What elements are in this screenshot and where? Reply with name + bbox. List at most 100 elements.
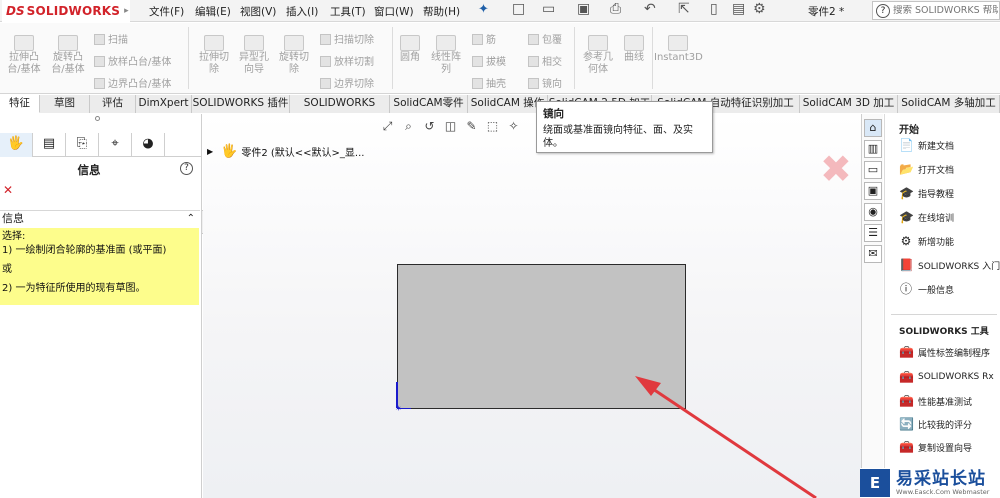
help-question-icon[interactable]: ? xyxy=(180,162,193,175)
home-icon[interactable]: ⌂ xyxy=(864,119,882,137)
forum-icon[interactable]: ✉ xyxy=(864,245,882,263)
loft-boss-tool[interactable]: 放样凸台/基体 xyxy=(94,53,171,68)
new-document-icon[interactable]: □ xyxy=(512,1,525,17)
link-property-tab-builder[interactable]: 🧰 属性标签编制程序 xyxy=(899,345,990,359)
tab-dimxpert[interactable]: DimXpert xyxy=(136,95,192,113)
link-tutorials[interactable]: 🎓 指导教程 xyxy=(899,186,954,200)
shell-label: 抽壳 xyxy=(486,79,506,90)
tab-solidcam-multiaxis[interactable]: SolidCAM 多轴加工 xyxy=(898,95,1000,113)
view-orientation-icon[interactable]: ⬚ xyxy=(484,118,501,135)
swept-cut-tool[interactable]: 扫描切除 xyxy=(320,31,374,46)
configuration-manager-tab-icon[interactable]: ⎘ xyxy=(66,133,99,157)
whats-new-icon: ⚙ xyxy=(900,234,912,248)
extruded-boss-tool[interactable]: 拉伸凸 台/基体 xyxy=(2,35,46,76)
zoom-to-area-icon[interactable]: ⌕ xyxy=(400,118,417,135)
tab-features[interactable]: 特征 xyxy=(0,95,40,113)
link-copy-settings-wizard[interactable]: 🧰 复制设置向导 xyxy=(899,440,972,454)
zoom-to-fit-icon[interactable]: ⤢ xyxy=(379,118,396,135)
file-explorer-icon[interactable]: ▭ xyxy=(864,161,882,179)
linear-pattern-tool[interactable]: 线性阵 列 xyxy=(424,35,468,76)
save-icon[interactable]: ▣ xyxy=(577,1,590,17)
expand-triangle-icon[interactable]: ▶ xyxy=(207,147,213,156)
menu-insert[interactable]: 插入(I) xyxy=(286,4,318,19)
cancel-close-icon[interactable]: ✕ xyxy=(3,183,13,197)
display-style-icon[interactable]: ✧ xyxy=(505,118,522,135)
link-open-document[interactable]: 📂 打开文档 xyxy=(899,162,954,176)
link-introducing-solidworks[interactable]: 📕 SOLIDWORKS 入门 xyxy=(899,258,1000,272)
curves-tool[interactable]: 曲线 xyxy=(612,35,656,64)
solidworks-logo[interactable]: DS SOLIDWORKS ▸ xyxy=(2,0,130,22)
chevron-up-icon[interactable]: ⌃ xyxy=(187,211,195,227)
boundary-boss-tool[interactable]: 边界凸台/基体 xyxy=(94,75,171,90)
link-new-document[interactable]: 📄 新建文档 xyxy=(899,138,954,152)
extruded-cut-tool[interactable]: 拉伸切 除 xyxy=(192,35,236,76)
tab-solidcam-part[interactable]: SolidCAM零件 xyxy=(390,95,468,113)
panel-drag-handle[interactable] xyxy=(95,116,100,121)
tab-solidworks-mbd[interactable]: SOLIDWORKS MBD xyxy=(290,95,390,126)
menu-tools[interactable]: 工具(T) xyxy=(330,4,366,19)
revolved-boss-label: 旋转凸 台/基体 xyxy=(51,52,85,75)
dynamic-annotation-icon[interactable]: ✎ xyxy=(463,118,480,135)
reference-geometry-label: 参考几 何体 xyxy=(583,52,613,75)
help-search-box[interactable]: ? xyxy=(872,1,1000,20)
menu-edit[interactable]: 编辑(E) xyxy=(195,4,231,19)
wrap-icon xyxy=(528,34,539,45)
undo-icon[interactable]: ↶ xyxy=(644,1,656,17)
graphics-area[interactable]: ⤢ ⌕ ↺ ◫ ✎ ⬚ ✧ ▶ 🖐 零件2 (默认<<默认>_显... ✖ ✶ xyxy=(203,114,861,498)
menu-file[interactable]: 文件(F) xyxy=(149,4,184,19)
custom-properties-icon[interactable]: ☰ xyxy=(864,224,882,242)
rebuild-icon[interactable]: ▯ xyxy=(710,1,718,17)
intersect-tool[interactable]: 相交 xyxy=(528,53,562,68)
sweep-tool[interactable]: 扫描 xyxy=(94,31,128,46)
open-folder-icon[interactable]: ▭ xyxy=(542,1,555,17)
info-section-header[interactable]: 信息 ⌃ xyxy=(0,210,200,227)
property-manager-tab-icon[interactable]: ▤ xyxy=(33,133,66,157)
select-arrow-icon[interactable]: ⇱ xyxy=(678,1,690,17)
task-pane-tabs: ⌂ ▥ ▭ ▣ ◉ ☰ ✉ xyxy=(861,114,883,498)
print-icon[interactable]: ⎙ xyxy=(610,1,621,17)
shell-tool[interactable]: 抽壳 xyxy=(472,75,506,90)
view-palette-icon[interactable]: ▣ xyxy=(864,182,882,200)
boundary-cut-tool[interactable]: 边界切除 xyxy=(320,75,374,90)
tab-solidworks-addins[interactable]: SOLIDWORKS 插件 xyxy=(192,95,290,113)
hole-wizard-tool[interactable]: 异型孔 向导 xyxy=(232,35,276,76)
dimxpert-manager-tab-icon[interactable]: ⌖ xyxy=(99,133,132,157)
revolved-cut-tool[interactable]: 旋转切 除 xyxy=(272,35,316,76)
origin-marker: ✶ xyxy=(395,404,402,413)
tab-solidcam-3d[interactable]: SolidCAM 3D 加工 xyxy=(800,95,898,113)
link-whats-new[interactable]: ⚙ 新增功能 xyxy=(899,234,954,248)
link-compare-my-score[interactable]: 🔄 比较我的评分 xyxy=(899,417,972,431)
mirror-tooltip: 镜向 绕面或基准面镜向特征、面、及实体。 xyxy=(536,101,713,153)
instant3d-tool[interactable]: Instant3D xyxy=(654,35,703,64)
exit-sketch-x-icon[interactable]: ✖ xyxy=(820,150,852,188)
menu-help[interactable]: 帮助(H) xyxy=(423,4,460,19)
wrap-tool[interactable]: 包覆 xyxy=(528,31,562,46)
help-search-input[interactable] xyxy=(893,5,998,16)
menu-view[interactable]: 视图(V) xyxy=(240,4,276,19)
link-performance-benchmark[interactable]: 🧰 性能基准测试 xyxy=(899,394,972,408)
tab-sketch[interactable]: 草图 xyxy=(40,95,90,113)
tab-evaluate[interactable]: 评估 xyxy=(90,95,136,113)
file-properties-icon[interactable]: ▤ xyxy=(732,1,745,17)
feature-manager-tab-icon[interactable]: 🖐 xyxy=(0,133,33,157)
mirror-tool[interactable]: 镜向 xyxy=(528,75,562,90)
link-general-info[interactable]: ⓘ 一般信息 xyxy=(899,282,954,296)
lofted-cut-tool[interactable]: 放样切割 xyxy=(320,53,374,68)
section-view-icon[interactable]: ◫ xyxy=(442,118,459,135)
options-gear-icon[interactable]: ⚙ xyxy=(753,1,766,17)
flyout-feature-tree-item[interactable]: ▶ 🖐 零件2 (默认<<默认>_显... xyxy=(207,144,364,159)
rib-tool[interactable]: 筋 xyxy=(472,31,496,46)
pin-icon[interactable]: ✦ xyxy=(478,2,489,17)
draft-tool[interactable]: 拔模 xyxy=(472,53,506,68)
revolved-boss-tool[interactable]: 旋转凸 台/基体 xyxy=(46,35,90,76)
display-manager-tab-icon[interactable]: ◕ xyxy=(132,133,165,157)
tooltip-title: 镜向 xyxy=(543,108,564,120)
selected-plane-preview[interactable] xyxy=(397,264,686,409)
appearances-icon[interactable]: ◉ xyxy=(864,203,882,221)
previous-view-icon[interactable]: ↺ xyxy=(421,118,438,135)
link-solidworks-rx[interactable]: 🧰 SOLIDWORKS Rx xyxy=(899,370,994,384)
menu-window[interactable]: 窗口(W) xyxy=(374,4,414,19)
graduation-cap-icon: 🎓 xyxy=(899,210,914,224)
link-online-training[interactable]: 🎓 在线培训 xyxy=(899,210,954,224)
design-library-icon[interactable]: ▥ xyxy=(864,140,882,158)
